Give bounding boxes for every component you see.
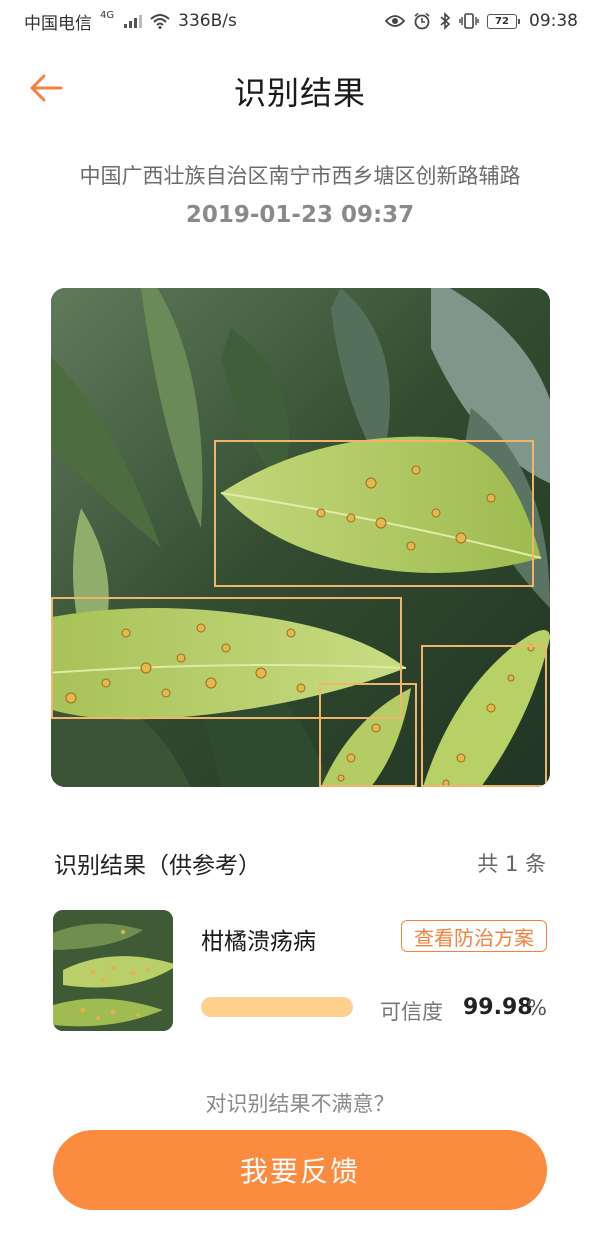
- confidence-bar-fill: [201, 997, 353, 1017]
- clock-time: 09:38: [529, 11, 578, 31]
- confidence-unit: %: [527, 996, 547, 1020]
- network-speed: 336B/s: [178, 11, 237, 31]
- confidence-label: 可信度: [380, 1000, 443, 1024]
- battery-level: 72: [495, 15, 509, 27]
- result-item[interactable]: 柑橘溃疡病 查看防治方案 可信度 99.98 %: [53, 910, 547, 1032]
- carrier-text: 中国电信: [24, 13, 92, 34]
- location-text: 中国广西壮族自治区南宁市西乡塘区创新路辅路: [79, 164, 521, 188]
- confidence-value: 99.98: [463, 995, 533, 1020]
- disease-name: 柑橘溃疡病: [201, 929, 316, 955]
- battery-icon: 72: [487, 13, 520, 29]
- signal-icon: [124, 14, 143, 28]
- bluetooth-icon: [440, 12, 451, 30]
- results-count: 共 1 条: [477, 852, 546, 876]
- page-title: 识别结果: [233, 74, 366, 112]
- network-type: 4G: [100, 9, 115, 21]
- header: 识别结果: [0, 56, 600, 120]
- results-title: 识别结果（供参考）: [54, 853, 261, 879]
- wifi-icon: [150, 14, 170, 29]
- vibrate-icon: [459, 13, 479, 29]
- alarm-icon: [414, 12, 430, 30]
- eye-icon: [385, 15, 405, 27]
- leaf-photo-illustration: [51, 288, 550, 787]
- status-bar: 中国电信 4G 336B/s 72 09:38: [0, 0, 600, 42]
- analyzed-photo[interactable]: [51, 288, 550, 787]
- confidence-bar: [201, 997, 353, 1017]
- view-treatment-plan-button[interactable]: 查看防治方案: [401, 920, 547, 952]
- feedback-button[interactable]: 我要反馈: [53, 1130, 547, 1210]
- unsatisfied-prompt: 对识别结果不满意？: [205, 1092, 395, 1116]
- result-thumbnail: [53, 910, 173, 1031]
- status-left: 中国电信 4G 336B/s: [24, 9, 237, 34]
- capture-datetime: 2019-01-23 09:37: [185, 202, 415, 228]
- status-right: 72 09:38: [385, 11, 578, 31]
